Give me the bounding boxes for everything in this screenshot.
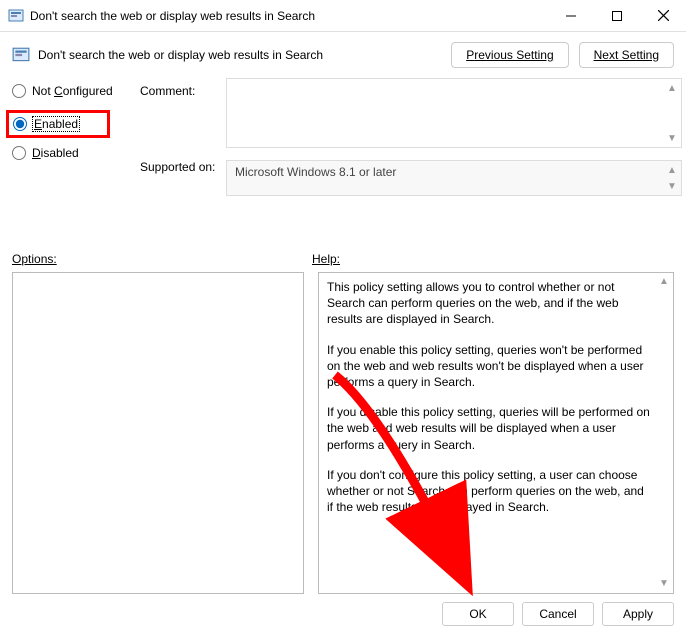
supported-on-box: Microsoft Windows 8.1 or later ▲ ▼ (226, 160, 682, 196)
scroll-down-icon[interactable]: ▼ (657, 577, 671, 591)
radio-group: Not Configured Enabled Disabled (12, 78, 136, 236)
help-label: Help: (312, 252, 674, 266)
window-controls (548, 0, 686, 32)
next-setting-button[interactable]: Next Setting (579, 42, 674, 68)
policy-title: Don't search the web or display web resu… (38, 48, 441, 62)
radio-not-configured-label: Not Configured (32, 84, 113, 98)
help-text-p1: This policy setting allows you to contro… (327, 279, 651, 328)
scroll-up-icon[interactable]: ▲ (657, 275, 671, 289)
radio-disabled[interactable]: Disabled (12, 146, 136, 160)
policy-icon (8, 8, 24, 24)
apply-button[interactable]: Apply (602, 602, 674, 626)
maximize-button[interactable] (594, 0, 640, 32)
options-label: Options: (12, 252, 312, 266)
scroll-down-icon[interactable]: ▼ (665, 131, 679, 145)
radio-not-configured-input[interactable] (12, 84, 26, 98)
help-text-p3: If you disable this policy setting, quer… (327, 404, 651, 453)
policy-icon (12, 46, 30, 64)
window-title: Don't search the web or display web resu… (30, 9, 548, 23)
radio-enabled-highlight: Enabled (6, 110, 110, 138)
radio-enabled-label: Enabled (33, 117, 79, 131)
header: Don't search the web or display web resu… (0, 32, 686, 78)
minimize-button[interactable] (548, 0, 594, 32)
radio-not-configured[interactable]: Not Configured (12, 84, 136, 98)
radio-disabled-input[interactable] (12, 146, 26, 160)
ok-button[interactable]: OK (442, 602, 514, 626)
labels-column: Comment: Supported on: (140, 78, 222, 236)
close-button[interactable] (640, 0, 686, 32)
scroll-up-icon[interactable]: ▲ (665, 81, 679, 95)
help-text-p4: If you don't configure this policy setti… (327, 467, 651, 516)
radio-disabled-label: Disabled (32, 146, 79, 160)
options-panel[interactable] (12, 272, 304, 594)
scroll-down-icon[interactable]: ▼ (665, 179, 679, 193)
fields-column: ▲ ▼ Microsoft Windows 8.1 or later ▲ ▼ (226, 78, 682, 236)
footer-buttons: OK Cancel Apply (442, 602, 674, 626)
supported-on-text: Microsoft Windows 8.1 or later (235, 165, 396, 179)
cancel-button[interactable]: Cancel (522, 602, 594, 626)
comment-textarea[interactable]: ▲ ▼ (226, 78, 682, 148)
supported-label: Supported on: (140, 160, 222, 174)
radio-enabled-input[interactable] (13, 117, 27, 131)
help-text-p2: If you enable this policy setting, queri… (327, 342, 651, 391)
previous-setting-button[interactable]: Previous Setting (451, 42, 568, 68)
scroll-up-icon[interactable]: ▲ (665, 163, 679, 177)
help-panel[interactable]: This policy setting allows you to contro… (318, 272, 674, 594)
comment-label: Comment: (140, 84, 222, 98)
titlebar: Don't search the web or display web resu… (0, 0, 686, 32)
